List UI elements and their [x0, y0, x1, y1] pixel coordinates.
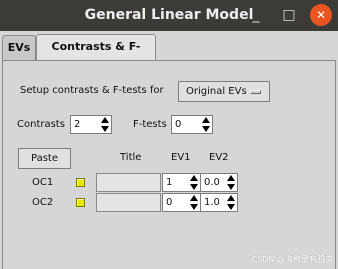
ftests-stepper-icon[interactable]	[201, 117, 211, 132]
setup-selected: Original EVs	[186, 86, 247, 97]
ev1-value: 1	[166, 177, 173, 188]
ev2-value: 1.0	[204, 197, 220, 208]
contrasts-label: Contrasts	[17, 119, 65, 130]
ev1-stepper-icon[interactable]	[189, 175, 199, 190]
ev2-column-header: EV2	[209, 152, 229, 163]
ftests-spinbox[interactable]: 0	[171, 115, 213, 134]
contrast-title-input[interactable]	[96, 193, 161, 212]
setup-menu-button[interactable]: Original EVs	[178, 81, 270, 102]
title-bar: General Linear Model _ □ ✕	[0, 0, 338, 31]
contrast-title-input[interactable]	[96, 173, 161, 192]
contrast-row-label: OC1	[32, 177, 54, 188]
contrasts-spinbox[interactable]: 2	[70, 115, 112, 134]
tab-bar: EVs Contrasts & F-tests	[0, 31, 338, 77]
tab-evs[interactable]: EVs	[2, 35, 36, 61]
title-column-header: Title	[120, 152, 142, 163]
contrast-row-checkbox[interactable]	[76, 178, 85, 187]
ev2-spinbox[interactable]: 0.0	[200, 173, 238, 192]
tab-contrasts-ftests[interactable]: Contrasts & F-tests	[36, 34, 156, 77]
ev1-spinbox[interactable]: 0	[162, 193, 201, 212]
ftests-label: F-tests	[133, 119, 167, 130]
paste-button[interactable]: Paste	[18, 148, 71, 169]
setup-label: Setup contrasts & F-tests for	[20, 85, 164, 96]
contrast-row-checkbox[interactable]	[76, 198, 85, 207]
contrast-row-label: OC2	[32, 197, 54, 208]
contrasts-panel: Setup contrasts & F-tests for Original E…	[2, 60, 336, 269]
ev2-value: 0.0	[204, 177, 220, 188]
close-icon[interactable]: ✕	[310, 4, 332, 26]
ev2-spinbox[interactable]: 1.0	[200, 193, 238, 212]
ftests-value: 0	[175, 119, 182, 130]
watermark: CSDN @海绵里有肌肉	[251, 255, 333, 264]
menu-indicator-icon	[250, 90, 261, 94]
ev1-value: 0	[166, 197, 173, 208]
maximize-icon[interactable]: □	[278, 4, 300, 26]
contrasts-value: 2	[74, 119, 81, 130]
ev1-column-header: EV1	[171, 152, 191, 163]
contrasts-stepper-icon[interactable]	[100, 117, 110, 132]
ev2-stepper-icon[interactable]	[226, 175, 236, 190]
minimize-icon[interactable]: _	[245, 4, 267, 26]
glm-window: General Linear Model _ □ ✕ EVs Contrasts…	[0, 0, 338, 269]
ev1-spinbox[interactable]: 1	[162, 173, 201, 192]
ev2-stepper-icon[interactable]	[226, 195, 236, 210]
ev1-stepper-icon[interactable]	[189, 195, 199, 210]
